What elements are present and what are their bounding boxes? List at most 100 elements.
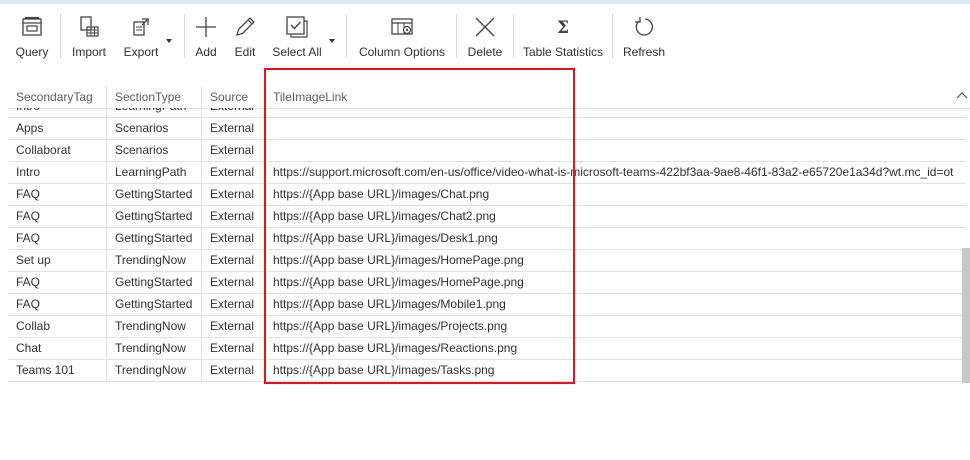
cell-sectiontype: Scenarios — [107, 140, 202, 161]
export-label: Export — [123, 45, 159, 59]
table-statistics-icon: Σ — [557, 18, 569, 38]
add-button[interactable]: Add — [193, 8, 219, 64]
cell-source: External — [202, 272, 265, 293]
toolbar-separator — [60, 14, 61, 58]
grid-header: SecondaryTag SectionType Source TileImag… — [8, 86, 970, 109]
table-statistics-button[interactable]: Σ Table Statistics — [522, 8, 604, 64]
cell-source: External — [202, 316, 265, 337]
import-icon — [80, 16, 99, 37]
column-header-sectiontype[interactable]: SectionType — [107, 86, 202, 108]
cell-secondarytag: FAQ — [8, 272, 107, 293]
query-icon — [22, 17, 42, 36]
cell-sectiontype: GettingStarted — [107, 206, 202, 227]
cell-secondarytag: Intro — [8, 108, 107, 117]
cell-tileimagelink: https://{App base URL}/images/Chat2.png — [273, 209, 496, 223]
cell-tileimagelink: https://support.microsoft.com/en-us/offi… — [273, 165, 954, 179]
export-dropdown-chevron-icon[interactable] — [165, 36, 173, 46]
cell-sectiontype: LearningPath — [107, 162, 202, 183]
table-row[interactable]: Intro LearningPath External — [8, 108, 966, 118]
table-row[interactable]: FAQ GettingStarted External https://{App… — [8, 294, 966, 316]
table-row[interactable]: Apps Scenarios External — [8, 118, 966, 140]
top-accent-line — [0, 0, 970, 4]
cell-secondarytag: Set up — [8, 250, 107, 271]
table-row[interactable]: FAQ GettingStarted External https://{App… — [8, 184, 966, 206]
cell-tileimagelink: https://{App base URL}/images/HomePage.p… — [273, 275, 524, 289]
delete-icon — [475, 17, 495, 37]
cell-source: External — [202, 206, 265, 227]
cell-source: External — [202, 140, 265, 161]
cell-tileimagelink: https://{App base URL}/images/Tasks.png — [273, 363, 495, 377]
chevron-up-icon[interactable] — [956, 91, 968, 99]
toolbar-separator — [184, 14, 185, 58]
cell-secondarytag: FAQ — [8, 228, 107, 249]
toolbar-separator — [513, 14, 514, 58]
table-row[interactable]: FAQ GettingStarted External https://{App… — [8, 228, 966, 250]
cell-source: External — [202, 294, 265, 315]
query-label: Query — [15, 45, 49, 59]
cell-source: External — [202, 108, 265, 117]
table-row[interactable]: Teams 101 TrendingNow External https://{… — [8, 360, 966, 382]
select-all-label: Select All — [272, 45, 322, 59]
cell-sectiontype: TrendingNow — [107, 338, 202, 359]
cell-tileimagelink: https://{App base URL}/images/HomePage.p… — [273, 253, 524, 267]
cell-sectiontype: LearningPath — [107, 108, 202, 117]
query-button[interactable]: Query — [14, 8, 50, 64]
cell-source: External — [202, 118, 265, 139]
column-header-secondarytag[interactable]: SecondaryTag — [8, 86, 107, 108]
vertical-scrollbar-thumb[interactable] — [962, 248, 970, 383]
cell-sectiontype: GettingStarted — [107, 184, 202, 205]
cell-secondarytag: Collaborat — [8, 140, 107, 161]
table-row[interactable]: Set up TrendingNow External https://{App… — [8, 250, 966, 272]
cell-source: External — [202, 338, 265, 359]
cell-sectiontype: TrendingNow — [107, 360, 202, 381]
cell-source: External — [202, 228, 265, 249]
refresh-label: Refresh — [622, 45, 666, 59]
import-label: Import — [71, 45, 106, 59]
cell-secondarytag: Collab — [8, 316, 107, 337]
refresh-button[interactable]: Refresh — [623, 8, 665, 64]
export-button[interactable]: Export — [122, 8, 160, 64]
table-row[interactable]: FAQ GettingStarted External https://{App… — [8, 272, 966, 294]
table-row[interactable]: Collaborat Scenarios External — [8, 140, 966, 162]
cell-sectiontype: TrendingNow — [107, 316, 202, 337]
cell-source: External — [202, 250, 265, 271]
cell-source: External — [202, 360, 265, 381]
toolbar-separator — [612, 14, 613, 58]
table-row[interactable]: Collab TrendingNow External https://{App… — [8, 316, 966, 338]
import-button[interactable]: Import — [69, 8, 109, 64]
cell-secondarytag: FAQ — [8, 294, 107, 315]
add-label: Add — [195, 45, 217, 59]
cell-sectiontype: GettingStarted — [107, 294, 202, 315]
grid-body: Intro LearningPath External Apps Scenari… — [8, 108, 966, 386]
table-row[interactable]: FAQ GettingStarted External https://{App… — [8, 206, 966, 228]
cell-secondarytag: Teams 101 — [8, 360, 107, 381]
cell-tileimagelink: https://{App base URL}/images/Projects.p… — [273, 319, 508, 333]
cell-secondarytag: Apps — [8, 118, 107, 139]
cell-sectiontype: GettingStarted — [107, 272, 202, 293]
select-all-button[interactable]: Select All — [271, 8, 323, 64]
table-row[interactable]: Intro LearningPath External https://supp… — [8, 162, 966, 184]
svg-text:Σ: Σ — [557, 18, 569, 38]
cell-secondarytag: Chat — [8, 338, 107, 359]
cell-secondarytag: FAQ — [8, 206, 107, 227]
cell-secondarytag: FAQ — [8, 184, 107, 205]
cell-tileimagelink — [265, 108, 966, 117]
cell-sectiontype: TrendingNow — [107, 250, 202, 271]
select-all-dropdown-chevron-icon[interactable] — [328, 36, 336, 46]
column-options-label: Column Options — [358, 45, 446, 59]
cell-tileimagelink: https://{App base URL}/images/Mobile1.pn… — [273, 297, 506, 311]
toolbar: Query Import Export Add Edit Select All … — [0, 8, 970, 70]
table-row[interactable]: Chat TrendingNow External https://{App b… — [8, 338, 966, 360]
table-statistics-label: Table Statistics — [522, 45, 604, 59]
column-header-tileimagelink[interactable]: TileImageLink — [265, 86, 966, 108]
cell-secondarytag: Intro — [8, 162, 107, 183]
edit-button[interactable]: Edit — [232, 8, 258, 64]
cell-tileimagelink: https://{App base URL}/images/Chat.png — [273, 187, 490, 201]
column-options-button[interactable]: Column Options — [357, 8, 447, 64]
select-all-icon — [286, 16, 308, 38]
edit-icon — [236, 17, 255, 36]
cell-tileimagelink: https://{App base URL}/images/Desk1.png — [273, 231, 498, 245]
delete-button[interactable]: Delete — [466, 8, 504, 64]
cell-tileimagelink: https://{App base URL}/images/Reactions.… — [273, 341, 518, 355]
column-header-source[interactable]: Source — [202, 86, 265, 108]
